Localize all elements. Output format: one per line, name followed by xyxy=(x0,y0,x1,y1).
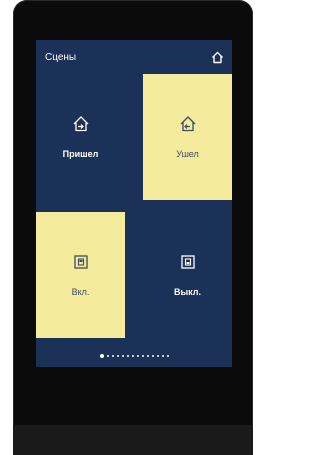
arrive-home-icon xyxy=(73,116,88,132)
scene-tile-left[interactable]: Ушел xyxy=(143,74,232,200)
home-icon xyxy=(211,51,223,63)
scene-tile-on[interactable]: Вкл. xyxy=(36,212,125,338)
scene-label-arrived: Пришел xyxy=(62,149,99,159)
page-dot[interactable] xyxy=(166,355,169,357)
home-button[interactable] xyxy=(209,49,225,65)
scene-label-on: Вкл. xyxy=(71,287,90,297)
page-dot[interactable] xyxy=(126,355,129,357)
page-dot[interactable] xyxy=(106,355,109,357)
page-dot-active[interactable] xyxy=(99,354,104,358)
page-title: Сцены xyxy=(45,51,77,63)
page-dot[interactable] xyxy=(146,355,149,357)
page-dot[interactable] xyxy=(131,355,134,357)
scene-tile-arrived[interactable]: Пришел xyxy=(36,74,125,200)
scene-grid: Пришел Ушел Вкл. Выкл. xyxy=(36,74,232,338)
scene-tile-off[interactable]: Выкл. xyxy=(143,212,232,338)
scene-label-left: Ушел xyxy=(176,149,199,159)
screen-header: Сцены xyxy=(36,40,232,74)
page-dot[interactable] xyxy=(121,355,124,357)
page-dot[interactable] xyxy=(116,355,119,357)
switch-on-icon xyxy=(73,255,88,269)
page-dot[interactable] xyxy=(161,355,164,357)
device-base xyxy=(13,425,253,455)
page-indicator[interactable] xyxy=(36,352,232,360)
page-dot[interactable] xyxy=(136,355,139,357)
page-dot[interactable] xyxy=(156,355,159,357)
touch-screen: Сцены Пришел Ушел Вкл. Выкл. xyxy=(36,40,232,367)
leave-home-icon xyxy=(180,116,195,132)
page-dot[interactable] xyxy=(111,355,114,357)
switch-off-icon xyxy=(180,255,195,269)
page-dot[interactable] xyxy=(151,355,154,357)
scene-label-off: Выкл. xyxy=(173,287,202,297)
page-dot[interactable] xyxy=(141,355,144,357)
